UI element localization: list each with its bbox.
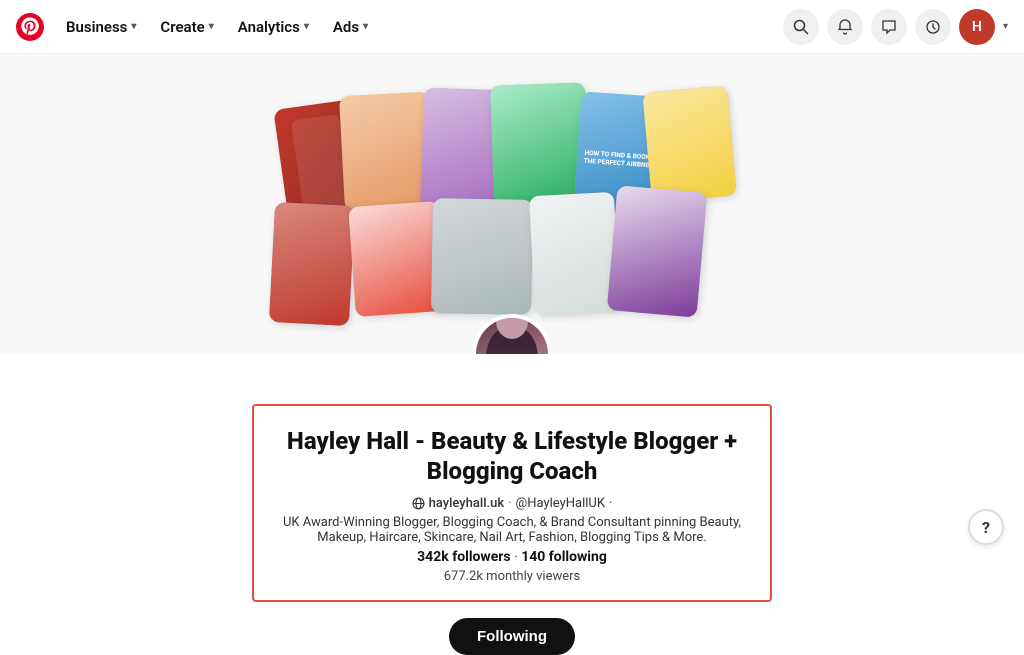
- nav-left: Business ▾ Create ▾ Analytics ▾ Ads ▾: [16, 12, 378, 42]
- chevron-down-icon: ▾: [304, 21, 309, 32]
- chevron-down-icon: ▾: [209, 21, 214, 32]
- profile-website[interactable]: hayleyhall.uk: [429, 496, 505, 511]
- nav-create-label: Create: [160, 18, 204, 36]
- pin-card: [431, 198, 533, 315]
- search-icon: [793, 19, 809, 35]
- updates-button[interactable]: [915, 9, 951, 45]
- nav-ads-label: Ads: [333, 18, 359, 36]
- avatar-initials: H: [972, 19, 982, 35]
- pinterest-logo-icon[interactable]: [16, 13, 44, 41]
- bio-separator-2: ·: [609, 496, 612, 511]
- cover-area: HOW TO FIND & BOOK THE PERFECT AIRBNB: [0, 54, 1024, 354]
- chevron-down-icon: ▾: [131, 21, 136, 32]
- profile-info-box: Hayley Hall - Beauty & Lifestyle Blogger…: [252, 404, 772, 602]
- navbar: Business ▾ Create ▾ Analytics ▾ Ads ▾: [0, 0, 1024, 54]
- follow-button-wrapper: Following: [449, 618, 575, 655]
- profile-handle: @HayleyHallUK: [516, 496, 605, 511]
- follow-button[interactable]: Following: [449, 618, 575, 655]
- messages-button[interactable]: [871, 9, 907, 45]
- search-button[interactable]: [783, 9, 819, 45]
- pin-card: [607, 185, 708, 317]
- profile-avatar: [472, 314, 552, 354]
- avatar-silhouette: [486, 325, 538, 354]
- following-count[interactable]: 140 following: [521, 549, 607, 565]
- nav-right: H ▾: [783, 9, 1008, 45]
- help-label: ?: [982, 518, 990, 537]
- nav-analytics[interactable]: Analytics ▾: [228, 12, 319, 42]
- pin-card: [529, 192, 620, 316]
- profile-name: Hayley Hall - Beauty & Lifestyle Blogger…: [278, 426, 746, 486]
- collage: HOW TO FIND & BOOK THE PERFECT AIRBNB: [272, 74, 752, 334]
- bell-icon: [837, 19, 853, 35]
- avatar-head: [496, 314, 528, 339]
- help-button[interactable]: ?: [968, 509, 1004, 545]
- updates-icon: [925, 19, 941, 35]
- pin-card: [269, 202, 355, 326]
- notifications-button[interactable]: [827, 9, 863, 45]
- profile-bio-line: hayleyhall.uk · @HayleyHallUK · UK Award…: [278, 496, 746, 545]
- avatar-chevron-icon: ▾: [1003, 21, 1008, 32]
- profile-avatar-wrapper: [472, 314, 552, 354]
- nav-business[interactable]: Business ▾: [56, 12, 146, 42]
- monthly-viewers: 677.2k monthly viewers: [278, 569, 746, 584]
- profile-stats: 342k followers · 140 following: [278, 549, 746, 565]
- nav-ads[interactable]: Ads ▾: [323, 12, 378, 42]
- globe-icon: [412, 497, 425, 510]
- bio-separator: ·: [508, 496, 511, 511]
- user-avatar[interactable]: H: [959, 9, 995, 45]
- nav-create[interactable]: Create ▾: [150, 12, 223, 42]
- profile-bio-text: UK Award-Winning Blogger, Blogging Coach…: [278, 515, 746, 545]
- avatar-image: [476, 318, 548, 354]
- chat-icon: [881, 19, 897, 35]
- chevron-down-icon: ▾: [363, 21, 368, 32]
- pin-card: [642, 86, 736, 203]
- followers-count[interactable]: 342k followers: [417, 549, 510, 565]
- nav-business-label: Business: [66, 18, 127, 36]
- nav-analytics-label: Analytics: [238, 18, 300, 36]
